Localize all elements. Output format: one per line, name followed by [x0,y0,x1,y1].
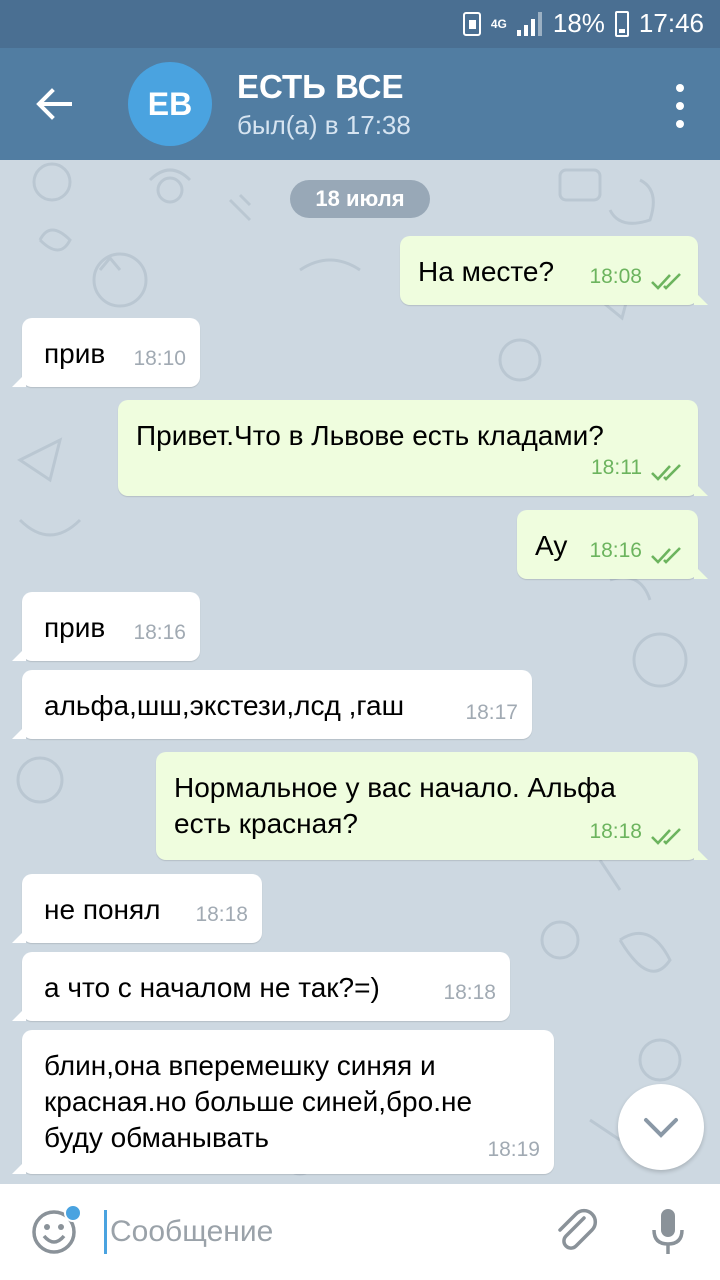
chat-title[interactable]: ЕСТЬ ВСЕ [237,68,403,106]
message-text-line: Нормальное у вас начало. Альфа [174,772,616,803]
double-check-icon [651,547,681,564]
scroll-down-button[interactable] [618,1084,704,1170]
clock: 17:46 [638,8,704,38]
date-separator: 18 июля [290,180,430,218]
incoming-message[interactable]: прив 18:10 [12,318,200,387]
status-bar: 4G 18% 17:46 [0,0,720,48]
incoming-message[interactable]: блин,она вперемешку синяя и красная.но б… [12,1030,554,1174]
battery-icon [614,10,629,37]
outgoing-message[interactable]: Привет.Что в Львове есть кладами? 18:11 [118,400,708,496]
notification-dot [64,1204,82,1222]
message-time: 18:16 [589,539,642,562]
message-text: На месте? [418,256,555,287]
message-text-line: блин,она вперемешку синяя и [44,1050,436,1081]
incoming-message[interactable]: прив 18:16 [12,592,200,661]
microphone-icon[interactable] [646,1206,690,1258]
message-time: 18:11 [591,456,642,479]
incoming-message[interactable]: не понял 18:18 [12,874,262,943]
message-time: 18:18 [589,820,642,843]
message-time: 18:08 [589,265,642,288]
double-check-icon [651,273,681,290]
network-type: 4G [490,16,507,31]
avatar[interactable]: EB [128,62,212,146]
message-time: 18:18 [443,981,496,1004]
more-vertical-icon[interactable] [672,84,688,128]
message-text: Ау [535,530,568,561]
message-text: прив [44,338,106,369]
text-cursor [104,1210,107,1254]
outgoing-message[interactable]: Ау 18:16 [517,510,708,579]
double-check-icon [651,828,681,845]
message-text: Привет.Что в Львове есть кладами? [136,420,604,451]
message-time: 18:10 [133,347,186,370]
message-list[interactable]: 18 июля На месте? 18:08 прив 18:10 Приве… [0,160,720,1184]
incoming-message[interactable]: альфа,шш,экстези,лсд ,гаш 18:17 [12,670,532,739]
message-text: не понял [44,894,161,925]
message-time: 18:16 [133,621,186,644]
sim-icon [462,11,481,36]
message-text: альфа,шш,экстези,лсд ,гаш [44,690,405,721]
chevron-down-icon [644,1118,678,1138]
message-time: 18:17 [465,701,518,724]
message-text: прив [44,612,106,643]
message-text-line: буду обманывать [44,1122,269,1153]
arrow-left-icon[interactable] [32,82,76,126]
signal-icon [516,11,543,36]
chat-header: EB ЕСТЬ ВСЕ был(а) в 17:38 [0,48,720,160]
battery-percent: 18% [552,8,605,38]
outgoing-message[interactable]: Нормальное у вас начало. Альфа есть крас… [156,752,708,860]
outgoing-message[interactable]: На месте? 18:08 [400,236,708,305]
message-text-line: красная.но больше синей,бро.не [44,1086,473,1117]
last-seen-status: был(а) в 17:38 [237,110,411,140]
paperclip-icon[interactable] [552,1206,602,1256]
incoming-message[interactable]: а что с началом не так?=) 18:18 [12,952,510,1021]
message-time: 18:19 [487,1138,540,1161]
message-time: 18:18 [195,903,248,926]
message-composer [0,1184,720,1280]
double-check-icon [651,464,681,481]
status-bar-right: 4G 18% 17:46 [462,8,704,39]
message-input[interactable] [110,1212,510,1252]
message-text: а что с началом не так?=) [44,972,380,1003]
